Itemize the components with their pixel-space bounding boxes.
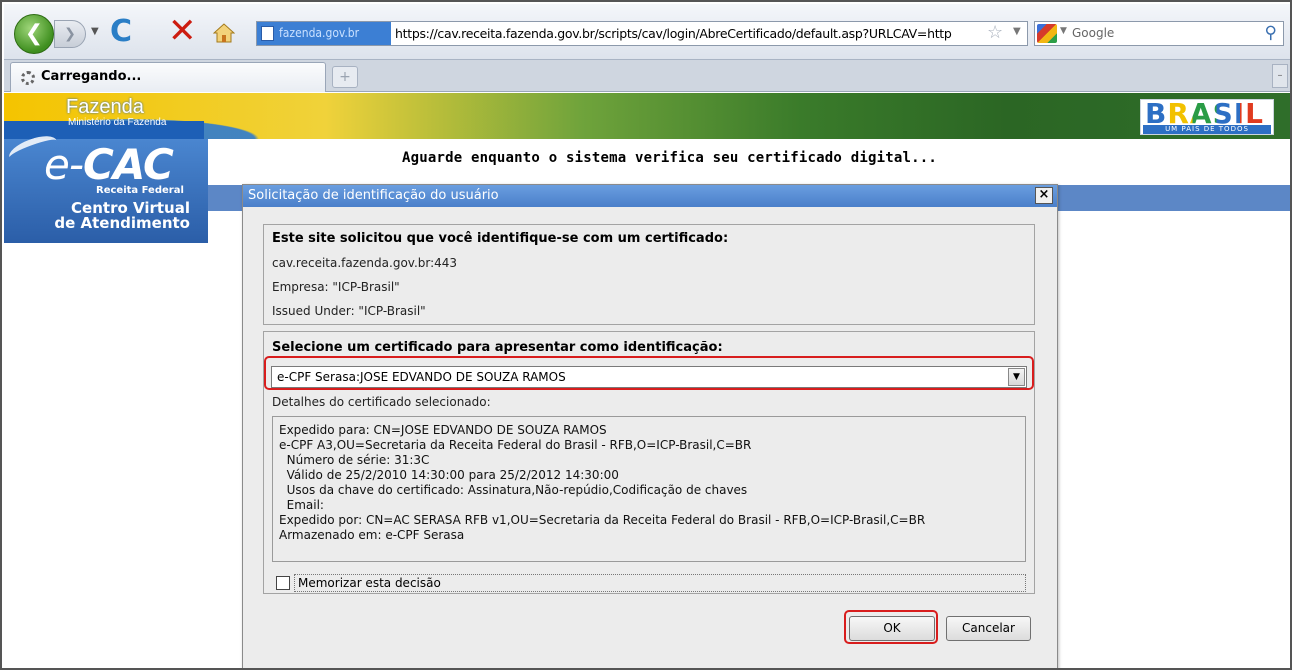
certificate-select[interactable]: e-CPF Serasa:JOSE EDVANDO DE SOUZA RAMOS… — [271, 366, 1027, 388]
certificate-dialog: Solicitação de identificação do usuário … — [242, 184, 1058, 668]
details-line: Email: — [279, 498, 324, 512]
certificate-select-value: e-CPF Serasa:JOSE EDVANDO DE SOUZA RAMOS — [277, 370, 566, 384]
site-identity-label: fazenda.gov.br — [279, 26, 360, 40]
forward-button[interactable]: ❯ — [54, 20, 86, 48]
receita-federal-label: Receita Federal — [96, 185, 184, 196]
bookmark-star-icon[interactable]: ☆ — [987, 23, 1003, 43]
url-text[interactable]: https://cav.receita.fazenda.gov.br/scrip… — [395, 22, 952, 45]
search-icon[interactable]: ⚲ — [1265, 23, 1277, 43]
reload-icon[interactable]: C — [110, 16, 132, 48]
site-request-group: Este site solicitou que você identifique… — [263, 224, 1035, 325]
details-line: Expedido para: CN=JOSE EDVANDO DE SOUZA … — [279, 423, 607, 437]
close-button[interactable]: × — [1035, 187, 1053, 204]
home-icon[interactable] — [213, 23, 235, 43]
brasil-tagline: UM PAÍS DE TODOS — [1143, 125, 1271, 134]
search-engine-icon[interactable] — [1037, 24, 1057, 43]
site-host: cav.receita.fazenda.gov.br:443 — [272, 256, 458, 270]
issued-under-line: Issued Under: "ICP-Brasil" — [272, 304, 426, 318]
details-label: Detalhes do certificado selecionado: — [272, 395, 491, 409]
details-line: Válido de 25/2/2010 14:30:00 para 25/2/2… — [279, 468, 619, 482]
address-bar[interactable]: fazenda.gov.br https://cav.receita.fazen… — [256, 21, 1028, 46]
fazenda-logo-text: Fazenda — [66, 96, 144, 118]
search-bar[interactable]: ▼ Google ⚲ — [1034, 21, 1284, 46]
certificate-select-group: Selecione um certificado para apresentar… — [263, 331, 1035, 594]
back-button[interactable]: ❮ — [14, 14, 54, 54]
loading-spinner-icon — [21, 71, 35, 85]
search-engine-dropdown-icon[interactable]: ▼ — [1060, 26, 1067, 36]
tab-strip: Carregando... + – — [4, 60, 1290, 92]
ecac-logo: e-CAC — [44, 140, 174, 189]
tab-label: Carregando... — [41, 69, 142, 84]
url-dropdown-icon[interactable]: ▼ — [1013, 26, 1021, 37]
site-identity-button[interactable]: fazenda.gov.br — [257, 22, 391, 45]
ok-button[interactable]: OK — [849, 616, 935, 641]
request-heading: Este site solicitou que você identifique… — [272, 231, 729, 246]
certificate-details-box[interactable]: Expedido para: CN=JOSE EDVANDO DE SOUZA … — [272, 416, 1026, 562]
ecac-logo-panel: e-CAC Receita Federal Centro Virtual de … — [4, 131, 208, 243]
details-line: Expedido por: CN=AC SERASA RFB v1,OU=Sec… — [279, 513, 926, 527]
remember-checkbox[interactable] — [276, 576, 290, 590]
atendimento-label: de Atendimento — [54, 214, 190, 232]
wait-message: Aguarde enquanto o sistema verifica seu … — [402, 150, 937, 166]
search-input[interactable]: Google — [1072, 22, 1114, 45]
details-line: Usos da chave do certificado: Assinatura… — [279, 483, 748, 497]
tab-loading[interactable]: Carregando... — [10, 62, 326, 92]
select-heading: Selecione um certificado para apresentar… — [272, 340, 723, 355]
details-line: Número de série: 31:3C — [279, 453, 430, 467]
history-dropdown-icon[interactable]: ▼ — [91, 26, 99, 37]
remember-label[interactable]: Memorizar esta decisão — [294, 574, 1026, 592]
page-icon — [261, 26, 274, 41]
empresa-line: Empresa: "ICP-Brasil" — [272, 280, 400, 294]
tab-list-dropdown-icon[interactable]: – — [1272, 64, 1288, 88]
brasil-logo: BRASIL UM PAÍS DE TODOS — [1140, 99, 1274, 135]
dialog-title: Solicitação de identificação do usuário — [248, 188, 499, 203]
header-banner: Fazenda Ministério da Fazenda BRASIL UM … — [4, 93, 1290, 139]
screenshot-frame: ❮ ❯ ▼ C ✕ fazenda.gov.br https://cav.rec… — [0, 0, 1292, 670]
ministerio-label: Ministério da Fazenda — [68, 117, 167, 128]
cancel-button[interactable]: Cancelar — [946, 616, 1031, 641]
chevron-down-icon[interactable]: ▼ — [1008, 368, 1025, 386]
browser-toolbar: ❮ ❯ ▼ C ✕ fazenda.gov.br https://cav.rec… — [4, 4, 1290, 60]
new-tab-button[interactable]: + — [332, 66, 358, 88]
details-line: Armazenado em: e-CPF Serasa — [279, 528, 465, 542]
stop-icon[interactable]: ✕ — [168, 14, 197, 48]
details-line: e-CPF A3,OU=Secretaria da Receita Federa… — [279, 438, 752, 452]
brasil-logo-text: BRASIL — [1145, 97, 1264, 130]
dialog-title-bar[interactable]: Solicitação de identificação do usuário … — [243, 185, 1057, 207]
